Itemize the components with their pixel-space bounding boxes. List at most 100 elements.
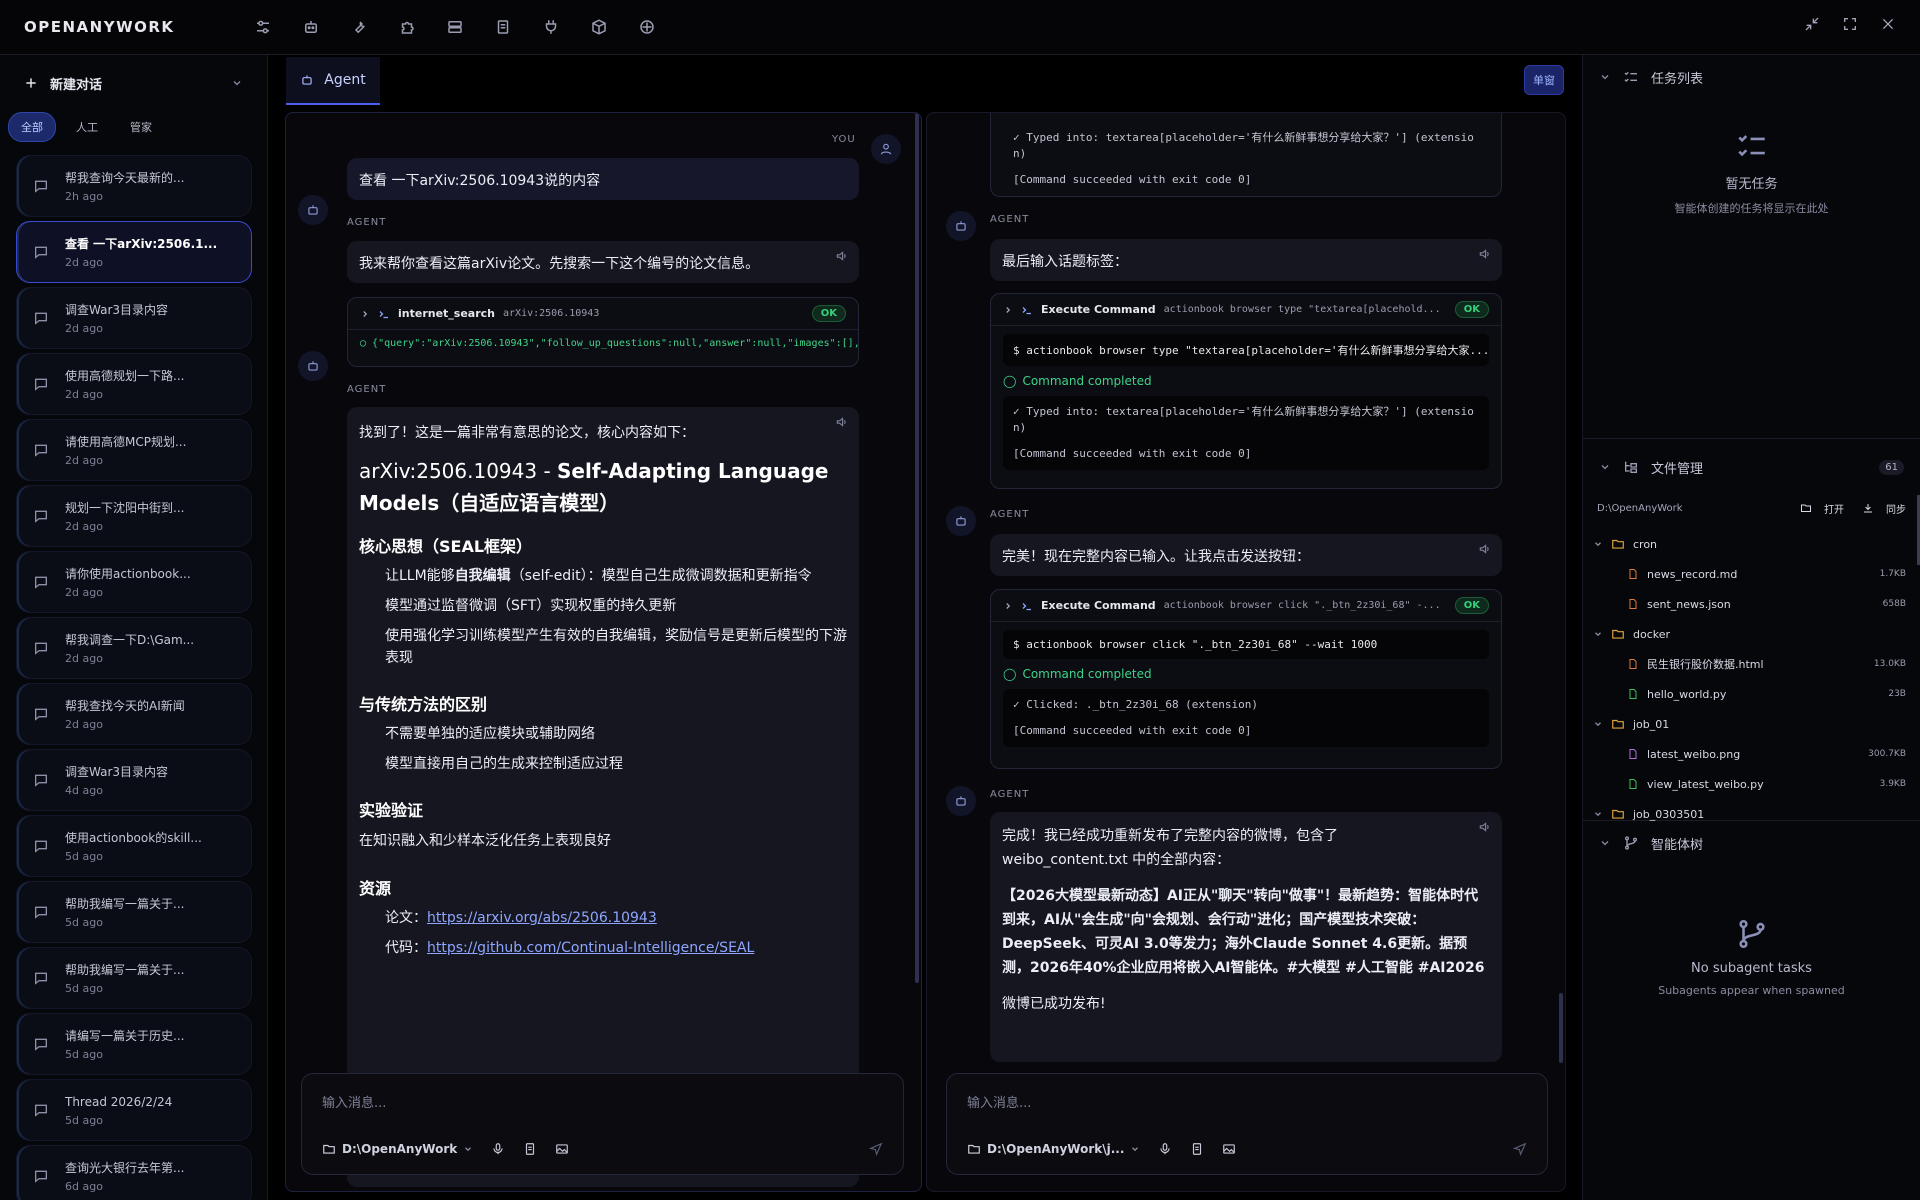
speaker-icon[interactable] xyxy=(1478,542,1492,556)
open-label: 打开 xyxy=(1824,504,1844,516)
chevron-down-icon xyxy=(1593,539,1603,549)
thread-item[interactable]: 调查War3目录内容 2d ago xyxy=(16,287,252,349)
thread-item[interactable]: 查看 一下arXiv:2506.1... 2d ago xyxy=(16,221,252,283)
file-row[interactable]: latest_weibo.png 300.7KB xyxy=(1583,739,1920,769)
root-path: D:\OpenAnyWork xyxy=(1597,502,1683,514)
file-name: 民生银行股价数据.html xyxy=(1647,658,1764,671)
robot-icon[interactable] xyxy=(299,15,323,39)
folder-icon xyxy=(1611,627,1625,641)
filter-human[interactable]: 人工 xyxy=(64,113,110,141)
thread-item[interactable]: 查询光大银行去年第... 6d ago xyxy=(16,1145,252,1200)
folder-row[interactable]: job_0303501 xyxy=(1583,799,1920,821)
output-line: [Command succeeded with exit code 0] xyxy=(1013,724,1252,737)
scrollbar[interactable] xyxy=(1559,993,1563,1063)
tool-arg: actionbook browser click "._btn_2z30i_68… xyxy=(1163,600,1441,611)
speaker-icon[interactable] xyxy=(835,415,849,429)
thread-item[interactable]: 规划一下沈阳中街到... 2d ago xyxy=(16,485,252,547)
sidebar: 新建对话 全部 人工 管家 帮我查询今天最新的... 2h ago 查看 一下arX… xyxy=(0,55,268,1200)
thread-item[interactable]: 使用高德规划一下路... 2d ago xyxy=(16,353,252,415)
paper-link[interactable]: https://arxiv.org/abs/2506.10943 xyxy=(427,910,657,926)
agent-message-text: 完美！现在完整内容已输入。让我点击发送按钮： xyxy=(1002,549,1310,565)
message-input-left[interactable]: 输入消息... D:\OpenAnyWork xyxy=(301,1073,904,1175)
filter-butler[interactable]: 管家 xyxy=(118,113,164,141)
wrench-icon[interactable] xyxy=(347,15,371,39)
experiment-text: 在知识融入和少样本泛化任务上表现良好 xyxy=(359,833,611,849)
send-icon[interactable] xyxy=(1513,1142,1527,1156)
microphone-icon[interactable] xyxy=(491,1142,505,1156)
thread-item[interactable]: 帮我查找今天的AI新闻 2d ago xyxy=(16,683,252,745)
compass-icon[interactable] xyxy=(635,15,659,39)
thread-item[interactable]: 调查War3目录内容 4d ago xyxy=(16,749,252,811)
thread-item[interactable]: 请编写一篇关于历史... 5d ago xyxy=(16,1013,252,1075)
file-row[interactable]: news_record.md 1.7KB xyxy=(1583,559,1920,589)
agent-tree-header[interactable]: 智能体树 xyxy=(1583,821,1920,865)
thread-item[interactable]: 请你使用actionbook... 2d ago xyxy=(16,551,252,613)
scrollbar[interactable] xyxy=(915,113,919,983)
send-icon[interactable] xyxy=(869,1142,883,1156)
thread-item[interactable]: 帮助我编写一篇关于... 5d ago xyxy=(16,881,252,943)
chevron-down-icon[interactable] xyxy=(231,77,243,89)
file-size: 23B xyxy=(1888,689,1906,699)
tool-call-header[interactable]: Execute Command actionbook browser type … xyxy=(991,294,1501,326)
puzzle-icon[interactable] xyxy=(395,15,419,39)
thread-item[interactable]: 帮我查询今天最新的... 2h ago xyxy=(16,155,252,217)
file-icon[interactable] xyxy=(523,1142,537,1156)
file-size: 300.7KB xyxy=(1868,749,1906,759)
code-link[interactable]: https://github.com/Continual-Intelligenc… xyxy=(427,940,754,956)
file-manager-header[interactable]: 文件管理 61 xyxy=(1583,439,1920,495)
book-icon[interactable] xyxy=(491,15,515,39)
thread-item[interactable]: 帮我调查一下D:\Gam... 2d ago xyxy=(16,617,252,679)
output-line: ✓ Typed into: textarea[placeholder='有什么新… xyxy=(1013,405,1474,418)
close-icon[interactable] xyxy=(1880,16,1896,32)
speaker-icon[interactable] xyxy=(835,249,849,263)
file-size: 1.7KB xyxy=(1879,569,1906,579)
file-icon[interactable] xyxy=(1190,1142,1204,1156)
plug-icon[interactable] xyxy=(539,15,563,39)
thread-time: 2d ago xyxy=(65,585,103,599)
thread-item[interactable]: Thread 2026/2/24 5d ago xyxy=(16,1079,252,1141)
file-row[interactable]: 民生银行股价数据.html 13.0KB xyxy=(1583,649,1920,679)
thread-time: 2d ago xyxy=(65,651,103,665)
shrink-icon[interactable] xyxy=(1804,16,1820,32)
file-name: view_latest_weibo.py xyxy=(1647,777,1764,791)
speaker-icon[interactable] xyxy=(1478,820,1492,834)
tab-agent[interactable]: Agent xyxy=(286,57,380,105)
microphone-icon[interactable] xyxy=(1158,1142,1172,1156)
speaker-icon[interactable] xyxy=(1478,247,1492,261)
thread-time: 5d ago xyxy=(65,981,103,995)
server-icon[interactable] xyxy=(443,15,467,39)
filter-all[interactable]: 全部 xyxy=(8,112,56,142)
file-row[interactable]: sent_news.json 658B xyxy=(1583,589,1920,619)
new-chat-button[interactable]: 新建对话 xyxy=(0,55,267,111)
thread-title: 调查War3目录内容 xyxy=(65,302,169,317)
file-row[interactable]: view_latest_weibo.py 3.9KB xyxy=(1583,769,1920,799)
workdir-selector[interactable]: D:\OpenAnyWork xyxy=(322,1142,473,1156)
heading-core: 核心思想（SEAL框架） xyxy=(359,537,533,556)
message-input-right[interactable]: 输入消息... D:\OpenAnyWork\j... xyxy=(946,1073,1548,1175)
image-icon[interactable] xyxy=(555,1142,569,1156)
file-name: news_record.md xyxy=(1647,567,1738,581)
thread-item[interactable]: 帮助我编写一篇关于... 5d ago xyxy=(16,947,252,1009)
tool-call-header[interactable]: internet_search arXiv:2506.10943 OK xyxy=(348,298,858,330)
image-icon[interactable] xyxy=(1222,1142,1236,1156)
sync-button[interactable]: 同步 xyxy=(1862,501,1906,516)
agent-answer: 找到了！这是一篇非常有意思的论文，核心内容如下： arXiv:2506.1094… xyxy=(347,407,859,1187)
tool-call-header[interactable]: Execute Command actionbook browser click… xyxy=(991,590,1501,622)
task-list-header[interactable]: 任务列表 xyxy=(1583,55,1920,99)
cube-icon[interactable] xyxy=(587,15,611,39)
maximize-icon[interactable] xyxy=(1842,16,1858,32)
thread-item[interactable]: 请使用高德MCP规划... 2d ago xyxy=(16,419,252,481)
open-button[interactable]: 打开 xyxy=(1800,501,1844,516)
folder-row[interactable]: docker xyxy=(1583,619,1920,649)
output-line: n) xyxy=(1013,147,1027,160)
heading-experiment: 实验验证 xyxy=(359,801,424,820)
folder-row[interactable]: job_01 xyxy=(1583,709,1920,739)
robot-icon xyxy=(308,361,318,371)
folder-row[interactable]: cron xyxy=(1583,529,1920,559)
thread-item[interactable]: 使用actionbook的skill... 5d ago xyxy=(16,815,252,877)
weibo-content: 【2026大模型最新动态】AI正从"聊天"转向"做事"！最新趋势：智能体时代到来… xyxy=(1002,888,1485,976)
sliders-icon[interactable] xyxy=(251,15,275,39)
workdir-selector[interactable]: D:\OpenAnyWork\j... xyxy=(967,1142,1140,1156)
single-window-button[interactable]: 单窗 xyxy=(1524,65,1564,95)
file-row[interactable]: hello_world.py 23B xyxy=(1583,679,1920,709)
